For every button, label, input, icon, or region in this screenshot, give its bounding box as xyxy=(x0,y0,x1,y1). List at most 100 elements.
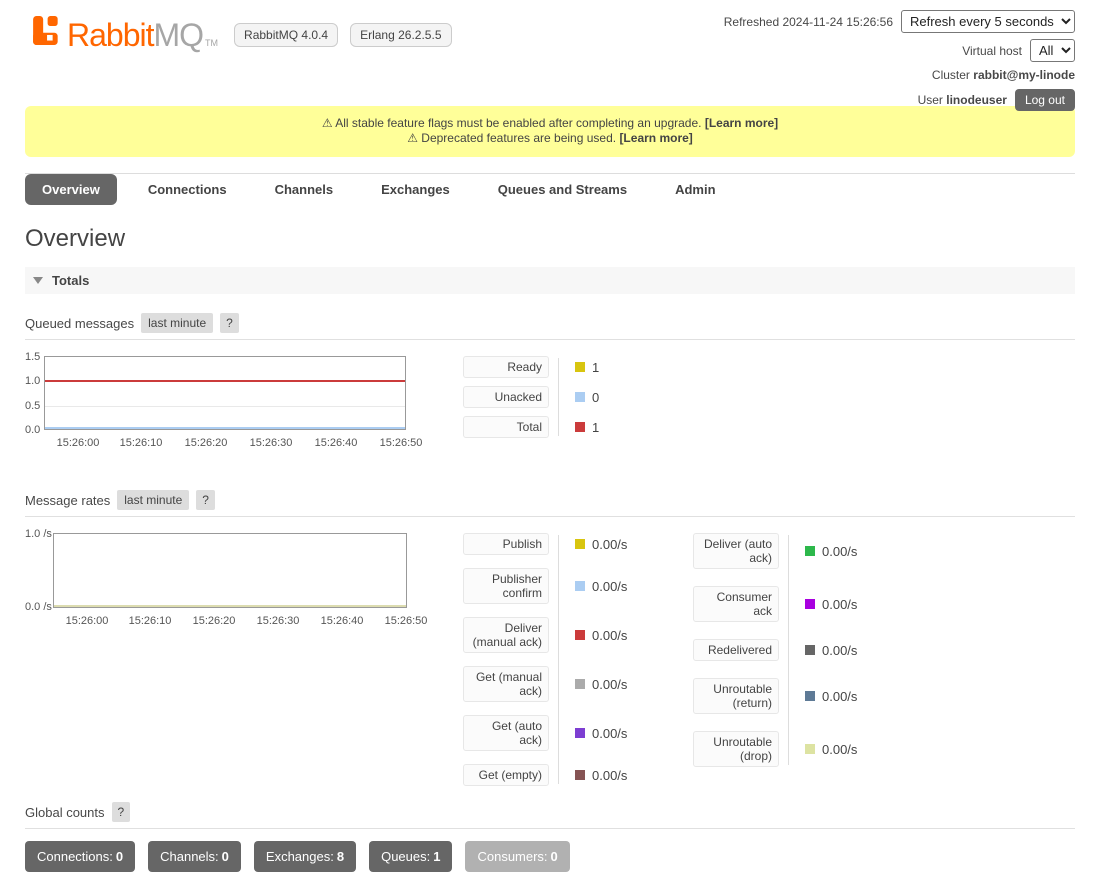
global-counts-help-button[interactable]: ? xyxy=(112,802,131,822)
x-tick: 15:26:30 xyxy=(250,437,293,449)
get-manual-ack-swatch-icon xyxy=(575,679,585,689)
legend-get-manual-ack-value: 0.00/s xyxy=(549,677,659,692)
publisher-confirm-swatch-icon xyxy=(575,581,585,591)
cluster-name: Cluster rabbit@my-linode xyxy=(932,68,1075,82)
deprecated-learn-more-link[interactable]: [Learn more] xyxy=(619,131,692,145)
message-rates-chart-row: 1.0 /s 0.0 /s 15:26:00 15:26:10 15:26:20… xyxy=(25,531,1075,786)
tab-admin[interactable]: Admin xyxy=(658,174,732,205)
unacked-series-line xyxy=(45,427,405,429)
legend-consumer-ack-value: 0.00/s xyxy=(779,597,889,612)
ready-swatch-icon xyxy=(575,362,585,372)
consumers-count-badge: Consumers:0 xyxy=(465,841,569,872)
message-rates-plot-area xyxy=(53,533,407,608)
legend-get-empty-value: 0.00/s xyxy=(549,768,659,783)
tab-exchanges[interactable]: Exchanges xyxy=(364,174,467,205)
legend-get-empty-button[interactable]: Get (empty) xyxy=(463,764,549,786)
feature-flags-warning: ⚠ All stable feature flags must be enabl… xyxy=(322,116,702,130)
legend-get-manual-ack-button[interactable]: Get (manual ack) xyxy=(463,666,549,702)
logo-wordmark: RabbitMQ xyxy=(67,20,203,50)
header: RabbitMQ TM RabbitMQ 4.0.4 Erlang 26.2.5… xyxy=(25,0,1075,106)
legend-unroutable-return-button[interactable]: Unroutable (return) xyxy=(693,678,779,714)
connections-count-badge: Connections:0 xyxy=(25,841,135,872)
virtual-host-label: Virtual host xyxy=(962,44,1022,58)
legend-deliver-auto-ack-button[interactable]: Deliver (auto ack) xyxy=(693,533,779,569)
tab-queues-and-streams[interactable]: Queues and Streams xyxy=(481,174,644,205)
tab-connections[interactable]: Connections xyxy=(131,174,244,205)
feature-flags-learn-more-link[interactable]: [Learn more] xyxy=(705,116,778,130)
x-tick: 15:26:40 xyxy=(315,437,358,449)
legend-publisher-confirm-value: 0.00/s xyxy=(549,579,659,594)
legend-publish-button[interactable]: Publish xyxy=(463,533,549,555)
x-tick: 15:26:10 xyxy=(120,437,163,449)
legend-deliver-auto-ack-value: 0.00/s xyxy=(779,544,889,559)
legend-total-button[interactable]: Total xyxy=(463,416,549,438)
x-tick: 15:26:00 xyxy=(66,615,109,627)
message-rates-title: Message rates xyxy=(25,493,110,508)
x-tick: 15:26:00 xyxy=(57,437,100,449)
legend-unacked-button[interactable]: Unacked xyxy=(463,386,549,408)
x-tick: 15:26:10 xyxy=(129,615,172,627)
legend-unroutable-return-value: 0.00/s xyxy=(779,689,889,704)
logout-button[interactable]: Log out xyxy=(1015,89,1075,111)
queued-messages-chart: 1.5 1.0 0.5 0.0 15:26:00 15:26:10 15:26:… xyxy=(25,354,445,458)
queued-messages-plot-area xyxy=(44,356,406,430)
legend-unacked-value: 0 xyxy=(549,390,649,405)
tab-overview[interactable]: Overview xyxy=(25,174,117,205)
virtual-host-select[interactable]: All xyxy=(1030,39,1075,62)
legend-unroutable-drop-button[interactable]: Unroutable (drop) xyxy=(693,731,779,767)
queued-messages-title: Queued messages xyxy=(25,316,134,331)
legend-redelivered-button[interactable]: Redelivered xyxy=(693,639,779,661)
legend-unroutable-drop-value: 0.00/s xyxy=(779,742,889,757)
legend-deliver-manual-ack-value: 0.00/s xyxy=(549,628,659,643)
queued-help-button[interactable]: ? xyxy=(220,313,239,333)
legend-redelivered-value: 0.00/s xyxy=(779,643,889,658)
unacked-swatch-icon xyxy=(575,392,585,402)
y-tick: 0.0 /s xyxy=(25,601,50,613)
rates-help-button[interactable]: ? xyxy=(196,490,215,510)
legend-ready-button[interactable]: Ready xyxy=(463,356,549,378)
refresh-interval-select[interactable]: Refresh every 5 seconds xyxy=(901,10,1075,33)
deliver-auto-ack-swatch-icon xyxy=(805,546,815,556)
legend-deliver-manual-ack-button[interactable]: Deliver (manual ack) xyxy=(463,617,549,653)
x-tick: 15:26:20 xyxy=(185,437,228,449)
trademark-symbol: TM xyxy=(205,38,218,48)
message-rates-chart: 1.0 /s 0.0 /s 15:26:00 15:26:10 15:26:20… xyxy=(25,531,445,641)
legend-get-auto-ack-value: 0.00/s xyxy=(549,726,659,741)
total-series-line xyxy=(45,380,405,382)
message-rates-legend-col1: Publish 0.00/s Publisher confirm 0.00/s … xyxy=(463,533,659,786)
refreshed-timestamp: Refreshed 2024-11-24 15:26:56 xyxy=(724,15,893,29)
legend-consumer-ack-button[interactable]: Consumer ack xyxy=(693,586,779,622)
rabbitmq-logo[interactable]: RabbitMQ TM RabbitMQ 4.0.4 Erlang 26.2.5… xyxy=(33,16,452,50)
unroutable-return-swatch-icon xyxy=(805,691,815,701)
queues-count-badge: Queues:1 xyxy=(369,841,452,872)
message-rates-legend-col2: Deliver (auto ack) 0.00/s Consumer ack 0… xyxy=(693,533,889,767)
main-nav-tabs: Overview Connections Channels Exchanges … xyxy=(25,173,1075,205)
global-counts-header: Global counts ? xyxy=(25,802,1075,829)
x-tick: 15:26:50 xyxy=(380,437,423,449)
x-tick: 15:26:30 xyxy=(257,615,300,627)
queued-messages-header: Queued messages last minute ? xyxy=(25,313,1075,340)
legend-ready-value: 1 xyxy=(549,360,649,375)
consumer-ack-swatch-icon xyxy=(805,599,815,609)
queued-messages-legend: Ready 1 Unacked 0 Total 1 xyxy=(463,356,649,438)
tab-channels[interactable]: Channels xyxy=(258,174,351,205)
exchanges-count-badge: Exchanges:8 xyxy=(254,841,356,872)
publish-swatch-icon xyxy=(575,539,585,549)
erlang-version-badge: Erlang 26.2.5.5 xyxy=(350,23,451,47)
legend-get-auto-ack-button[interactable]: Get (auto ack) xyxy=(463,715,549,751)
global-counts-badges: Connections:0 Channels:0 Exchanges:8 Que… xyxy=(25,841,1075,872)
totals-title: Totals xyxy=(52,273,89,288)
totals-section-header[interactable]: Totals xyxy=(25,267,1075,294)
x-tick: 15:26:50 xyxy=(385,615,428,627)
x-tick: 15:26:20 xyxy=(193,615,236,627)
channels-count-badge: Channels:0 xyxy=(148,841,241,872)
get-auto-ack-swatch-icon xyxy=(575,728,585,738)
queued-messages-chart-row: 1.5 1.0 0.5 0.0 15:26:00 15:26:10 15:26:… xyxy=(25,354,1075,458)
legend-publisher-confirm-button[interactable]: Publisher confirm xyxy=(463,568,549,604)
queued-range-chip[interactable]: last minute xyxy=(141,313,213,333)
rates-range-chip[interactable]: last minute xyxy=(117,490,189,510)
rabbitmq-logo-icon xyxy=(33,16,60,48)
zero-rate-line xyxy=(54,605,406,607)
deliver-manual-ack-swatch-icon xyxy=(575,630,585,640)
page-title: Overview xyxy=(25,225,1075,253)
